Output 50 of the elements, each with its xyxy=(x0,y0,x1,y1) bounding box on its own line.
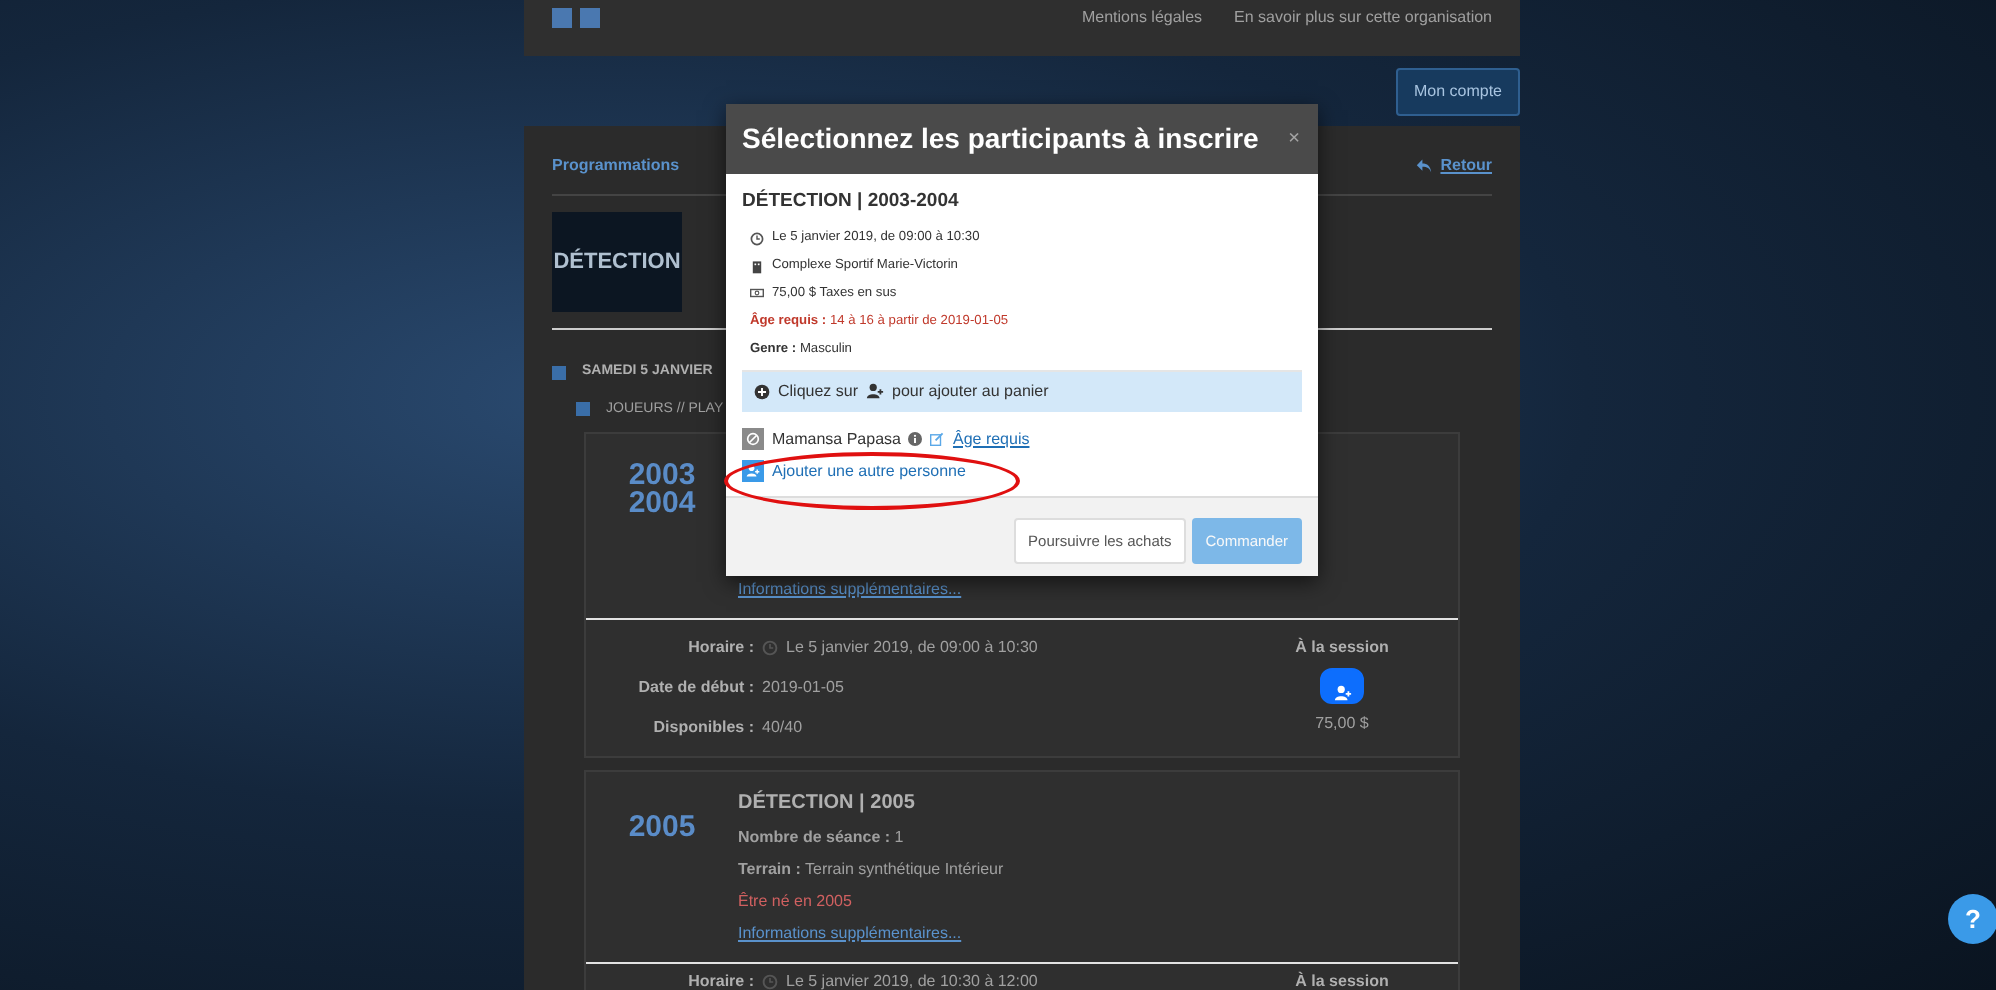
price: 75,00 $ xyxy=(1315,712,1369,736)
session-title[interactable]: DÉTECTION | 2005 xyxy=(738,788,1004,818)
clock-icon xyxy=(750,231,764,246)
event-title: DÉTECTION | 2003-2004 xyxy=(742,188,961,216)
banknote-icon xyxy=(750,286,764,301)
footer-link[interactable]: En savoir plus sur cette organisation xyxy=(1234,8,1492,28)
row-value: Le 5 janvier 2019, de 09:00 à 10:30 xyxy=(786,636,1038,660)
add-person-link[interactable]: Ajouter une autre personne xyxy=(772,459,966,484)
building-icon xyxy=(750,259,764,274)
row-label: Disponibles : xyxy=(651,716,754,740)
add-person-icon xyxy=(1333,684,1351,703)
row-label: Date de début : xyxy=(636,676,754,700)
modal-title: Sélectionnez les participants à inscrire xyxy=(742,122,1259,156)
price-heading: À la session xyxy=(1295,970,1389,990)
add-person-icon xyxy=(866,382,885,401)
account-button[interactable]: Mon compte xyxy=(1395,67,1520,115)
session-logo-text: 2005 xyxy=(628,814,696,842)
clock-icon xyxy=(762,640,778,656)
plus-circle-icon xyxy=(754,383,770,400)
back-link[interactable]: Retour xyxy=(1440,154,1492,178)
add-person-icon xyxy=(746,464,760,479)
edit-icon xyxy=(930,432,945,447)
eligibility-note: Être né en 2005 xyxy=(738,890,854,914)
price-heading: À la session xyxy=(1295,636,1389,660)
collapse-icon xyxy=(552,365,566,380)
collapse-icon xyxy=(576,402,590,417)
participant-name: Mamansa Papasa xyxy=(772,427,901,452)
more-info-link[interactable]: Informations supplémentaires... xyxy=(738,578,962,602)
row-value: 2019-01-05 xyxy=(762,676,844,700)
add-person-button[interactable] xyxy=(742,460,764,483)
session-detail: Terrain : Terrain synthétique Intérieur xyxy=(738,858,1004,882)
row-value: 40/40 xyxy=(762,716,803,740)
notice-text: Cliquez sur xyxy=(778,379,859,404)
add-participant-button[interactable] xyxy=(1320,668,1364,704)
banner-image: DÉTECTION xyxy=(552,212,682,312)
session-logo-text: 2004 xyxy=(628,490,696,518)
more-info-link[interactable]: Informations supplémentaires... xyxy=(738,922,1004,946)
help-button[interactable]: ? xyxy=(1948,894,1996,944)
row-label: Horaire : xyxy=(686,636,754,660)
reply-arrow-icon xyxy=(1416,158,1433,174)
row-label: Horaire : xyxy=(686,970,754,990)
panel-title: Programmations xyxy=(552,154,680,178)
session-detail: Nombre de séance : 1 xyxy=(738,826,906,850)
info-icon xyxy=(908,432,923,447)
session-logo-text: 2003 xyxy=(628,462,696,490)
notice-text: pour ajouter au panier xyxy=(892,379,1049,404)
clock-icon xyxy=(762,974,778,990)
close-button[interactable]: × xyxy=(1286,122,1302,156)
row-value: Le 5 janvier 2019, de 10:30 à 12:00 xyxy=(786,970,1038,990)
footer-link[interactable]: Mentions légales xyxy=(1081,8,1203,28)
